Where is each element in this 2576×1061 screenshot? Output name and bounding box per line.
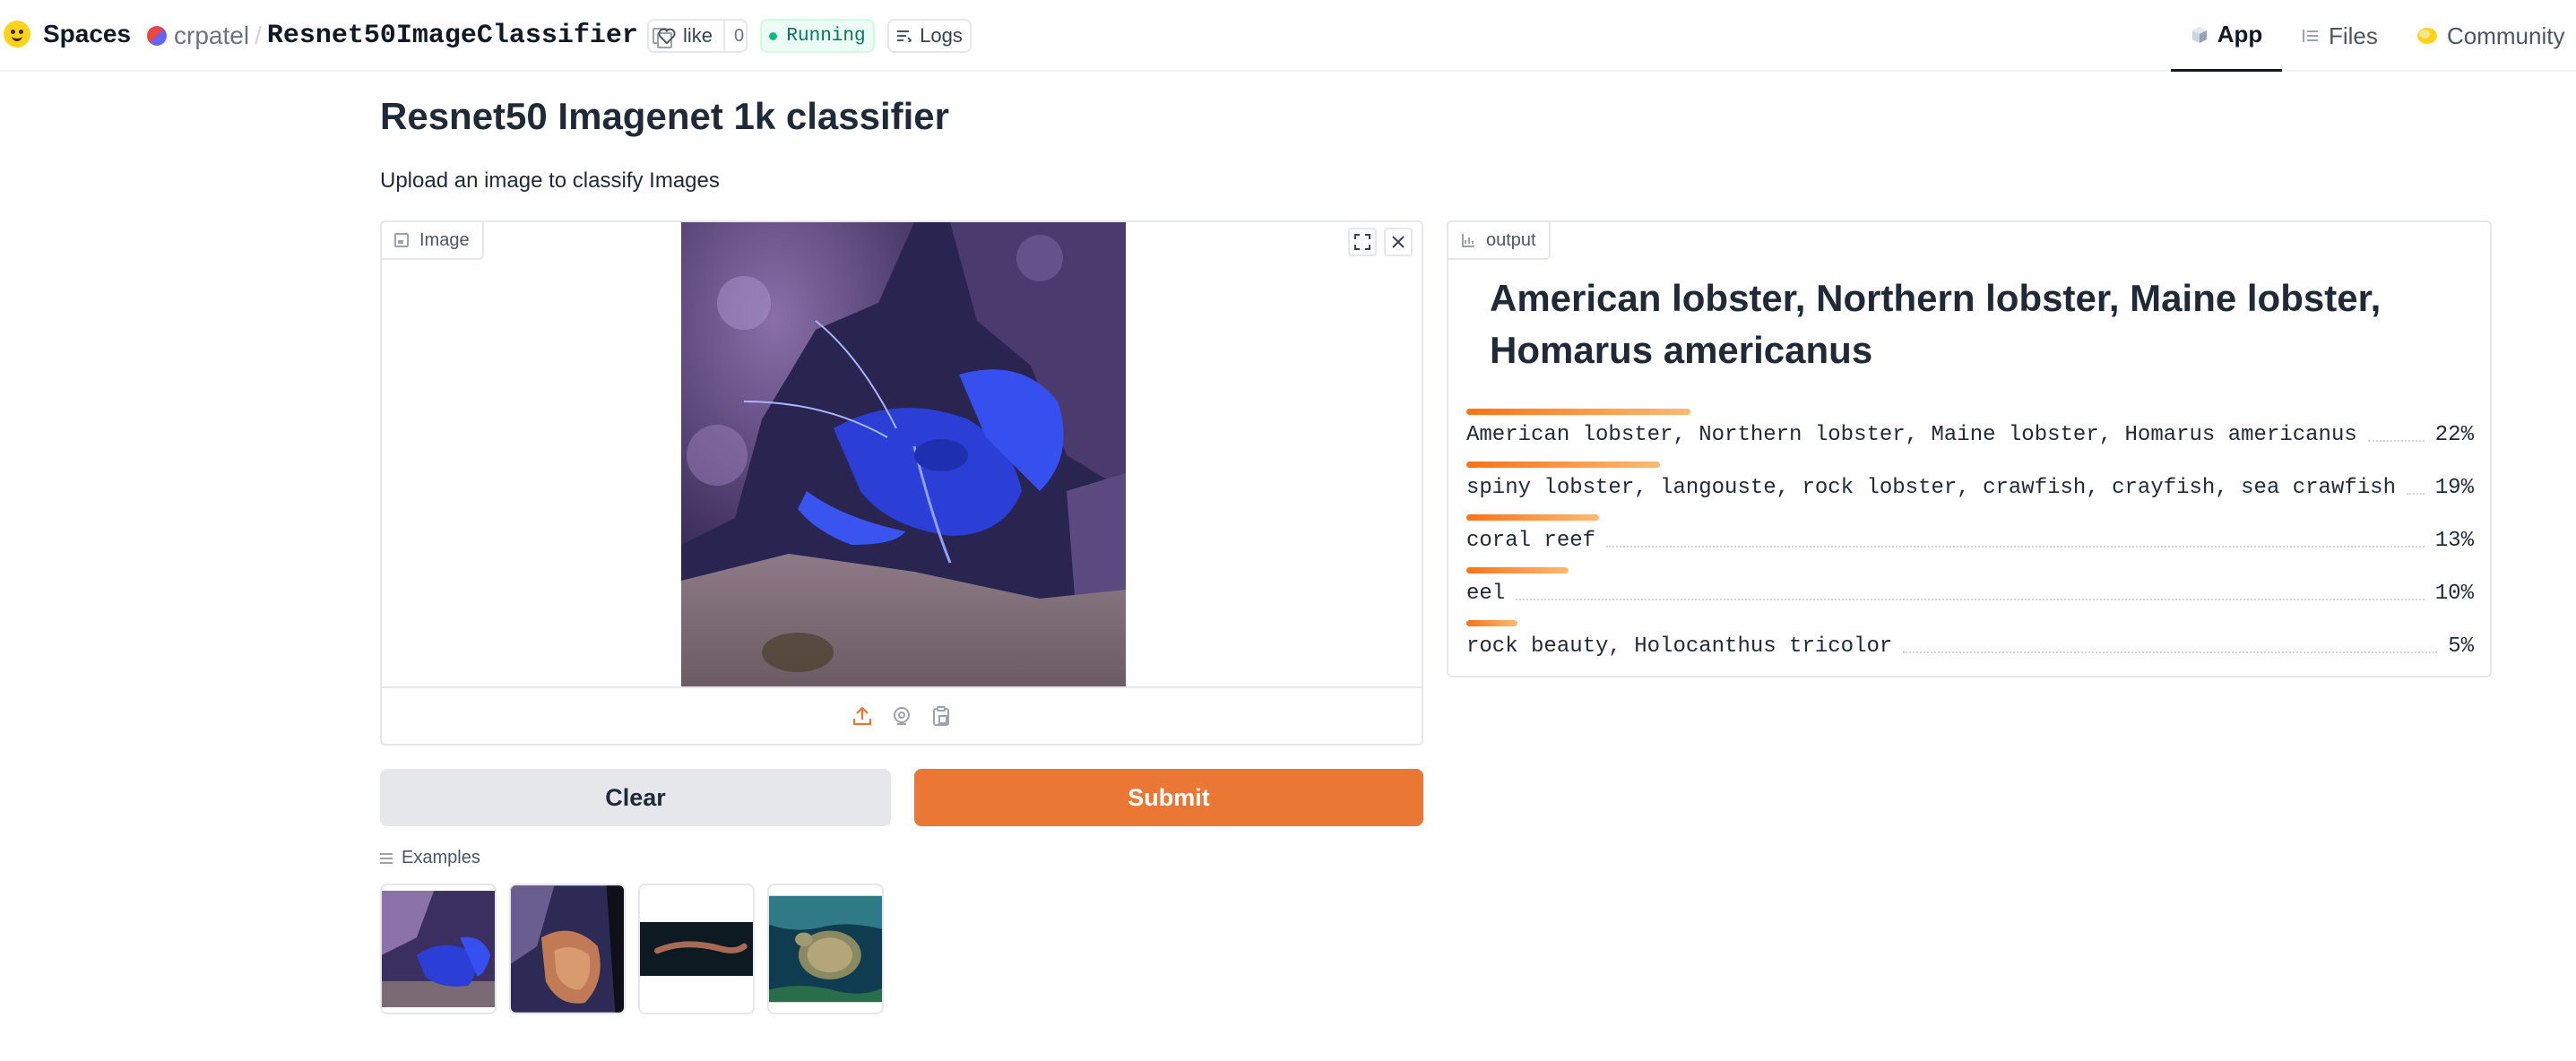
logs-icon	[897, 30, 912, 42]
spaces-brand-link[interactable]: Spaces	[4, 20, 131, 48]
huggingface-logo-icon	[4, 21, 30, 47]
confidence-bar	[1466, 620, 1517, 626]
confidence-label: eel	[1466, 582, 1506, 606]
community-icon	[2417, 28, 2437, 44]
confidence-row: coral reef 13%	[1466, 514, 2474, 567]
status-label: Running	[786, 25, 866, 47]
confidence-row: eel 10%	[1466, 567, 2474, 620]
confidence-percent: 10%	[2434, 582, 2474, 606]
confidence-row: spiny lobster, langouste, rock lobster, …	[1466, 461, 2474, 514]
output-label: output	[1448, 222, 1551, 260]
dotted-leader	[1903, 651, 2438, 653]
app-cube-icon	[2191, 26, 2207, 43]
list-icon	[380, 852, 393, 864]
page-title: Resnet50 Imagenet 1k classifier	[380, 95, 950, 137]
image-tools	[1348, 228, 1413, 256]
tab-community[interactable]: Community	[2416, 0, 2564, 72]
owner-link[interactable]: crpatel	[174, 22, 249, 50]
status-dot-icon	[769, 31, 778, 40]
confidence-label: rock beauty, Holocanthus tricolor	[1466, 634, 1893, 659]
tab-community-label: Community	[2447, 22, 2565, 49]
example-thumbnail-lobster-blue[interactable]	[380, 884, 497, 1014]
confidence-list: American lobster, Northern lobster, Main…	[1466, 409, 2474, 673]
webcam-button[interactable]	[889, 703, 914, 729]
example-image	[640, 885, 753, 1013]
clear-button[interactable]: Clear	[380, 769, 891, 826]
files-icon	[2303, 30, 2318, 42]
examples-gallery	[380, 884, 884, 1014]
brand-label: Spaces	[43, 20, 132, 47]
examples-label: Examples	[402, 848, 480, 867]
dotted-leader	[2406, 492, 2425, 495]
like-button[interactable]: like 0	[647, 19, 748, 53]
example-image	[769, 885, 882, 1013]
confidence-percent: 22%	[2434, 423, 2474, 447]
confidence-text: rock beauty, Holocanthus tricolor 5%	[1466, 634, 2474, 659]
submit-button[interactable]: Submit	[914, 769, 1423, 826]
like-label: like	[683, 24, 713, 47]
image-source-toolbar	[382, 686, 1422, 744]
running-status-badge: Running	[760, 19, 875, 53]
example-thumbnail-eel[interactable]	[638, 884, 755, 1014]
dotted-leader	[1606, 545, 2425, 548]
tab-files[interactable]: Files	[2302, 0, 2378, 72]
confidence-percent: 5%	[2448, 634, 2474, 659]
confidence-bar	[1466, 514, 1599, 521]
uploaded-image	[681, 222, 1126, 688]
top-navigation-bar: Spaces crpatel / Resnet50ImageClassifier…	[0, 0, 2576, 72]
confidence-bar	[1466, 567, 1569, 574]
dotted-leader	[1516, 598, 2425, 600]
confidence-label: coral reef	[1466, 529, 1596, 553]
logs-button[interactable]: Logs	[887, 19, 972, 53]
example-image	[511, 885, 624, 1013]
heart-icon	[658, 28, 676, 44]
tab-app-label: App	[2217, 21, 2263, 47]
clipboard-icon	[933, 706, 949, 726]
confidence-text: eel 10%	[1466, 582, 2474, 606]
upload-icon	[852, 706, 872, 726]
confidence-row: American lobster, Northern lobster, Main…	[1466, 409, 2474, 461]
chart-icon	[1462, 234, 1474, 247]
logs-label: Logs	[920, 24, 963, 47]
repo-name-link[interactable]: Resnet50ImageClassifier	[267, 21, 638, 51]
paste-clipboard-button[interactable]	[929, 703, 954, 729]
image-input-panel: Image	[380, 220, 1423, 746]
confidence-percent: 13%	[2434, 529, 2474, 553]
output-panel: output American lobster, Northern lobste…	[1447, 220, 2492, 677]
confidence-row: rock beauty, Holocanthus tricolor 5%	[1466, 620, 2474, 673]
lobster-photo	[681, 222, 1126, 688]
dotted-leader	[2367, 439, 2425, 442]
like-count: 0	[734, 25, 745, 46]
breadcrumb-separator: /	[255, 22, 262, 49]
confidence-text: American lobster, Northern lobster, Main…	[1466, 423, 2474, 447]
fullscreen-icon	[1354, 234, 1370, 250]
owner-avatar	[147, 26, 167, 46]
examples-header: Examples	[380, 848, 480, 868]
confidence-label: American lobster, Northern lobster, Main…	[1466, 423, 2357, 447]
top-prediction-label: American lobster, Northern lobster, Main…	[1490, 277, 2382, 371]
image-icon	[394, 233, 409, 247]
repo-breadcrumb: crpatel / Resnet50ImageClassifier	[147, 20, 672, 52]
confidence-label: spiny lobster, langouste, rock lobster, …	[1466, 476, 2396, 500]
confidence-bar	[1466, 461, 1660, 468]
page-description: Upload an image to classify Images	[380, 168, 720, 193]
confidence-text: coral reef 13%	[1466, 529, 2474, 553]
image-label-text: Image	[419, 229, 470, 250]
confidence-bar	[1466, 409, 1690, 415]
output-label-text: output	[1486, 229, 1536, 250]
close-icon	[1392, 236, 1405, 248]
webcam-icon	[894, 707, 910, 725]
fullscreen-button[interactable]	[1348, 228, 1377, 256]
example-thumbnail-turtle[interactable]	[767, 884, 884, 1014]
confidence-percent: 19%	[2434, 476, 2474, 500]
example-thumbnail-lobster-orange[interactable]	[509, 884, 626, 1014]
example-image	[382, 891, 495, 1007]
upload-button[interactable]	[850, 703, 875, 729]
image-input-label: Image	[382, 222, 484, 260]
tab-files-label: Files	[2329, 22, 2378, 49]
confidence-text: spiny lobster, langouste, rock lobster, …	[1466, 476, 2474, 500]
clear-image-button[interactable]	[1384, 228, 1413, 256]
tab-app[interactable]: App	[2171, 0, 2282, 72]
